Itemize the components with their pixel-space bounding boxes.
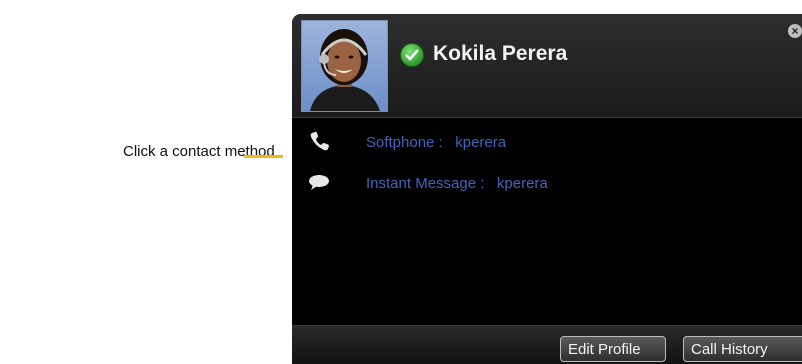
card-footer: Edit Profile Call History — [292, 325, 802, 364]
chat-bubble-icon — [308, 172, 330, 197]
contact-method-instant-message[interactable]: Instant Message : kperera — [292, 172, 692, 196]
contact-card: Kokila Perera × Softphone : kperera Inst… — [292, 14, 802, 364]
contact-method-softphone[interactable]: Softphone : kperera — [292, 131, 692, 155]
edit-profile-button[interactable]: Edit Profile — [560, 336, 666, 362]
callout-line — [244, 155, 283, 158]
contact-avatar — [301, 20, 388, 112]
call-history-button[interactable]: Call History — [683, 336, 802, 362]
contact-name: Kokila Perera — [433, 42, 568, 65]
card-header: Kokila Perera × — [292, 14, 802, 118]
phone-icon — [308, 131, 330, 158]
softphone-label[interactable]: Softphone : kperera — [366, 134, 506, 151]
close-icon[interactable]: × — [788, 24, 802, 38]
available-check-icon — [400, 43, 424, 67]
instant-message-label[interactable]: Instant Message : kperera — [366, 175, 548, 192]
